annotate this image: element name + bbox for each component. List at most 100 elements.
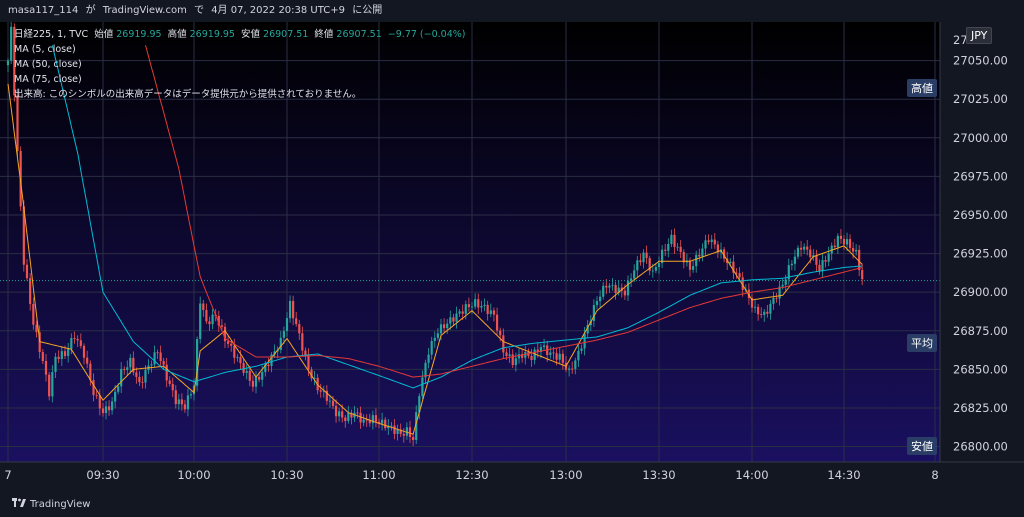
candle-body [16, 95, 19, 151]
candle-body [549, 352, 552, 355]
candle-body [63, 351, 67, 356]
candle-body [833, 245, 836, 248]
candle-body [467, 304, 470, 308]
candle-body [233, 345, 236, 358]
time-tick-label: 10:00 [177, 468, 210, 482]
candle-body [688, 260, 692, 270]
candle-body [614, 284, 617, 293]
candle-body [633, 270, 636, 279]
legend-ma5[interactable]: MA (5, close) [14, 42, 468, 57]
candle-body [248, 370, 251, 381]
candle-body [704, 240, 707, 249]
author-name[interactable]: masa117_114 [8, 5, 78, 16]
candle-body [107, 406, 111, 411]
candle-body [707, 240, 710, 242]
candle-body [180, 399, 183, 405]
candle-body [338, 411, 341, 417]
price-tick-label: 26925.00 [953, 247, 1008, 261]
candle-body [605, 285, 608, 288]
candle-body [738, 273, 741, 278]
candle-body [393, 425, 396, 434]
candle-body [489, 310, 492, 315]
candle-body [199, 303, 202, 339]
time-tick-label: 09:30 [86, 468, 119, 482]
candle-body [729, 261, 732, 264]
candle-body [76, 338, 79, 341]
candle-body [295, 318, 298, 325]
candle-body [211, 314, 214, 325]
candle-body [279, 337, 282, 350]
candle-body [477, 299, 480, 308]
candle-body [676, 246, 679, 248]
candle-body [79, 340, 82, 346]
candle-body [41, 352, 44, 362]
candle-body [202, 303, 205, 311]
candle-body [159, 352, 162, 362]
candle-body [162, 361, 165, 365]
candle-body [571, 368, 574, 370]
candle-body [583, 333, 586, 349]
brand[interactable]: TradingView [12, 498, 90, 510]
candle-body [855, 249, 858, 252]
publish-header: masa117_114 が TradingView.com で 4月 07, 2… [0, 0, 1024, 22]
candle-body [150, 364, 153, 366]
candle-body [6, 60, 10, 66]
price-tick-label: 26975.00 [953, 169, 1008, 183]
candle-body [54, 356, 57, 373]
candle-body [104, 406, 108, 414]
candle-body [114, 391, 117, 402]
legend-ma75[interactable]: MA (75, close) [14, 72, 468, 87]
low-value: 26907.51 [263, 29, 309, 40]
legend-ma50[interactable]: MA (50, close) [14, 57, 468, 72]
price-tick-label: 26825.00 [953, 401, 1008, 415]
candle-body [461, 311, 464, 314]
candle-body [319, 390, 322, 392]
candle-body [236, 357, 239, 358]
volume-notice: 出来高: このシンボルの出来高データはデータ提供元から提供されておりません。 [14, 89, 362, 100]
candle-body [842, 238, 846, 245]
symbol-label[interactable]: 日経225, 1, TVC [14, 29, 88, 40]
candle-body [464, 304, 467, 314]
candle-body [174, 390, 177, 405]
candle-body [673, 234, 676, 247]
candle-body [654, 267, 657, 271]
candle-body [374, 415, 378, 422]
candle-body [439, 324, 443, 334]
candle-body [126, 367, 129, 370]
candle-body [60, 351, 63, 360]
price-tick-label: 26800.00 [953, 440, 1008, 454]
candle-body [667, 244, 670, 251]
currency-tag[interactable]: JPY [966, 27, 993, 44]
candle-body [664, 249, 667, 251]
candle-body [446, 323, 449, 329]
candle-body [44, 361, 48, 375]
candle-body [251, 380, 254, 387]
candle-body [769, 303, 772, 314]
candle-body [611, 284, 614, 286]
candle-body [120, 368, 123, 387]
candle-body [156, 352, 159, 354]
platform-name[interactable]: TradingView.com [103, 5, 187, 16]
candle-body [239, 357, 242, 364]
low-label: 安値 [241, 29, 261, 40]
candle-body [347, 412, 350, 422]
candle [48, 371, 51, 401]
candle-body [304, 350, 307, 356]
close-label: 終値 [314, 29, 334, 40]
candle-body [799, 247, 803, 250]
candle-body [608, 285, 611, 288]
candle-body [602, 285, 605, 297]
candle-body [70, 338, 73, 349]
candle-body [580, 348, 583, 351]
candle-body [827, 253, 830, 262]
candle-body [292, 300, 295, 319]
candle-body [183, 404, 186, 410]
time-tick-label: 13:30 [642, 468, 675, 482]
candle-body [48, 374, 51, 397]
candle-body [443, 324, 446, 329]
candle-body [824, 260, 827, 262]
candle-body [760, 314, 763, 316]
candle-body [168, 380, 171, 384]
candle-body [474, 299, 477, 307]
candle-body [670, 234, 673, 245]
